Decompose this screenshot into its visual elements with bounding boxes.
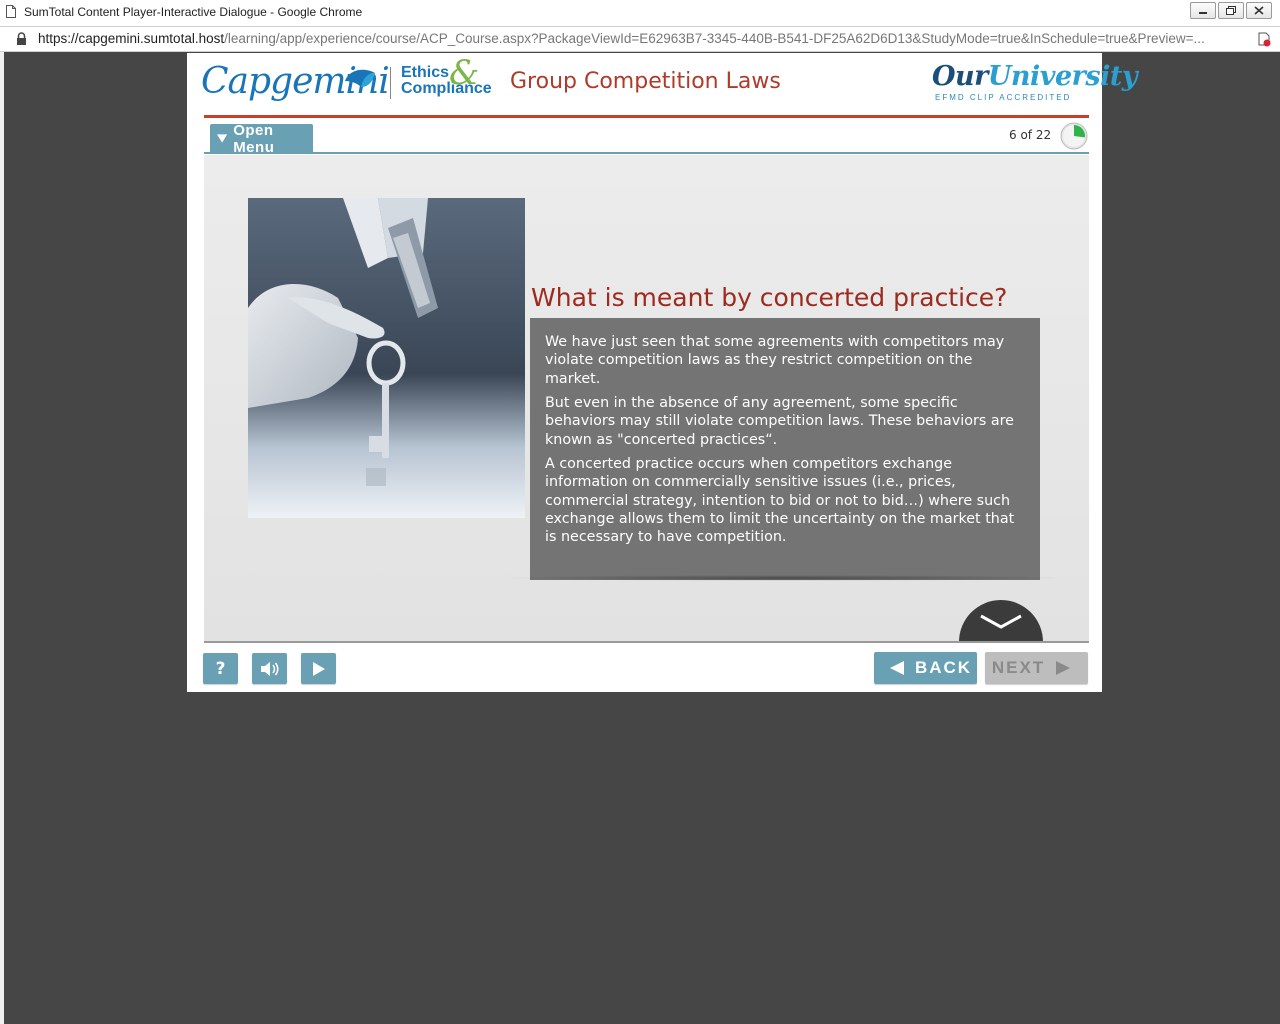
restore-button[interactable] <box>1218 2 1244 19</box>
slide-stage: What is meant by concerted practice? We … <box>204 155 1089 642</box>
url-text[interactable]: https://capgemini.sumtotal.host/learning… <box>38 31 1205 46</box>
slide-heading: What is meant by concerted practice? <box>531 283 1008 312</box>
progress-counter: 6 of 22 <box>1009 128 1052 142</box>
course-title: Group Competition Laws <box>510 69 781 94</box>
window-edge <box>0 52 4 1024</box>
lock-icon <box>17 32 26 45</box>
open-menu-button[interactable]: Open Menu <box>210 121 313 156</box>
key-photo <box>248 198 525 518</box>
window-titlebar: SumTotal Content Player-Interactive Dial… <box>0 0 1280 27</box>
triangle-down-icon <box>217 134 228 143</box>
close-icon <box>1254 6 1264 15</box>
document-icon <box>6 5 16 18</box>
help-icon: ? <box>215 658 226 679</box>
scroll-down-button[interactable] <box>959 596 1043 642</box>
logo-divider <box>390 67 391 99</box>
window-title: SumTotal Content Player-Interactive Dial… <box>24 5 363 19</box>
audio-button[interactable] <box>252 653 287 684</box>
minimize-icon <box>1199 11 1207 14</box>
accreditation-text: EFMD CLIP ACCREDITED <box>935 93 1072 102</box>
speaker-icon <box>260 661 279 676</box>
paragraph-concerted-practices: But even in the absence of any agreement… <box>545 395 1014 448</box>
paragraph-definition: A concerted practice occurs when competi… <box>545 456 1015 546</box>
toolbar-divider <box>204 152 1089 154</box>
close-button[interactable] <box>1246 2 1272 19</box>
ampersand-logo: & <box>449 53 480 93</box>
paragraph-agreements: We have just seen that some agreements w… <box>545 334 1005 387</box>
our-text: Our <box>932 61 988 92</box>
progress-pie-icon <box>1060 122 1088 150</box>
restore-icon <box>1226 6 1236 15</box>
text-box-shadow <box>500 575 1070 581</box>
next-button[interactable]: NEXT <box>985 652 1088 684</box>
back-label: BACK <box>914 658 973 677</box>
header-divider <box>204 115 1089 118</box>
help-button[interactable]: ? <box>203 653 238 684</box>
back-button[interactable]: BACK <box>874 652 977 684</box>
course-player: Capgemini Ethics Compliance & Group Comp… <box>187 53 1138 692</box>
our-university-logo: OurUniversity <box>932 61 1138 92</box>
play-button[interactable] <box>301 653 336 684</box>
minimize-button[interactable] <box>1190 2 1216 19</box>
url-path: /learning/app/experience/course/ACP_Cour… <box>224 31 1205 46</box>
address-bar[interactable]: https://capgemini.sumtotal.host/learning… <box>0 27 1280 52</box>
next-label: NEXT <box>991 658 1046 677</box>
open-menu-label: Open Menu <box>233 121 275 156</box>
university-text: University <box>987 61 1138 92</box>
url-host: https://capgemini.sumtotal.host <box>38 31 225 46</box>
footer-divider <box>204 641 1089 643</box>
arrow-right-icon <box>1056 661 1071 675</box>
play-icon <box>312 661 325 676</box>
arrow-left-icon <box>889 661 904 675</box>
extension-icon[interactable] <box>1256 31 1272 47</box>
slide-text-box: We have just seen that some agreements w… <box>530 318 1040 580</box>
spade-logo-icon <box>345 69 375 87</box>
